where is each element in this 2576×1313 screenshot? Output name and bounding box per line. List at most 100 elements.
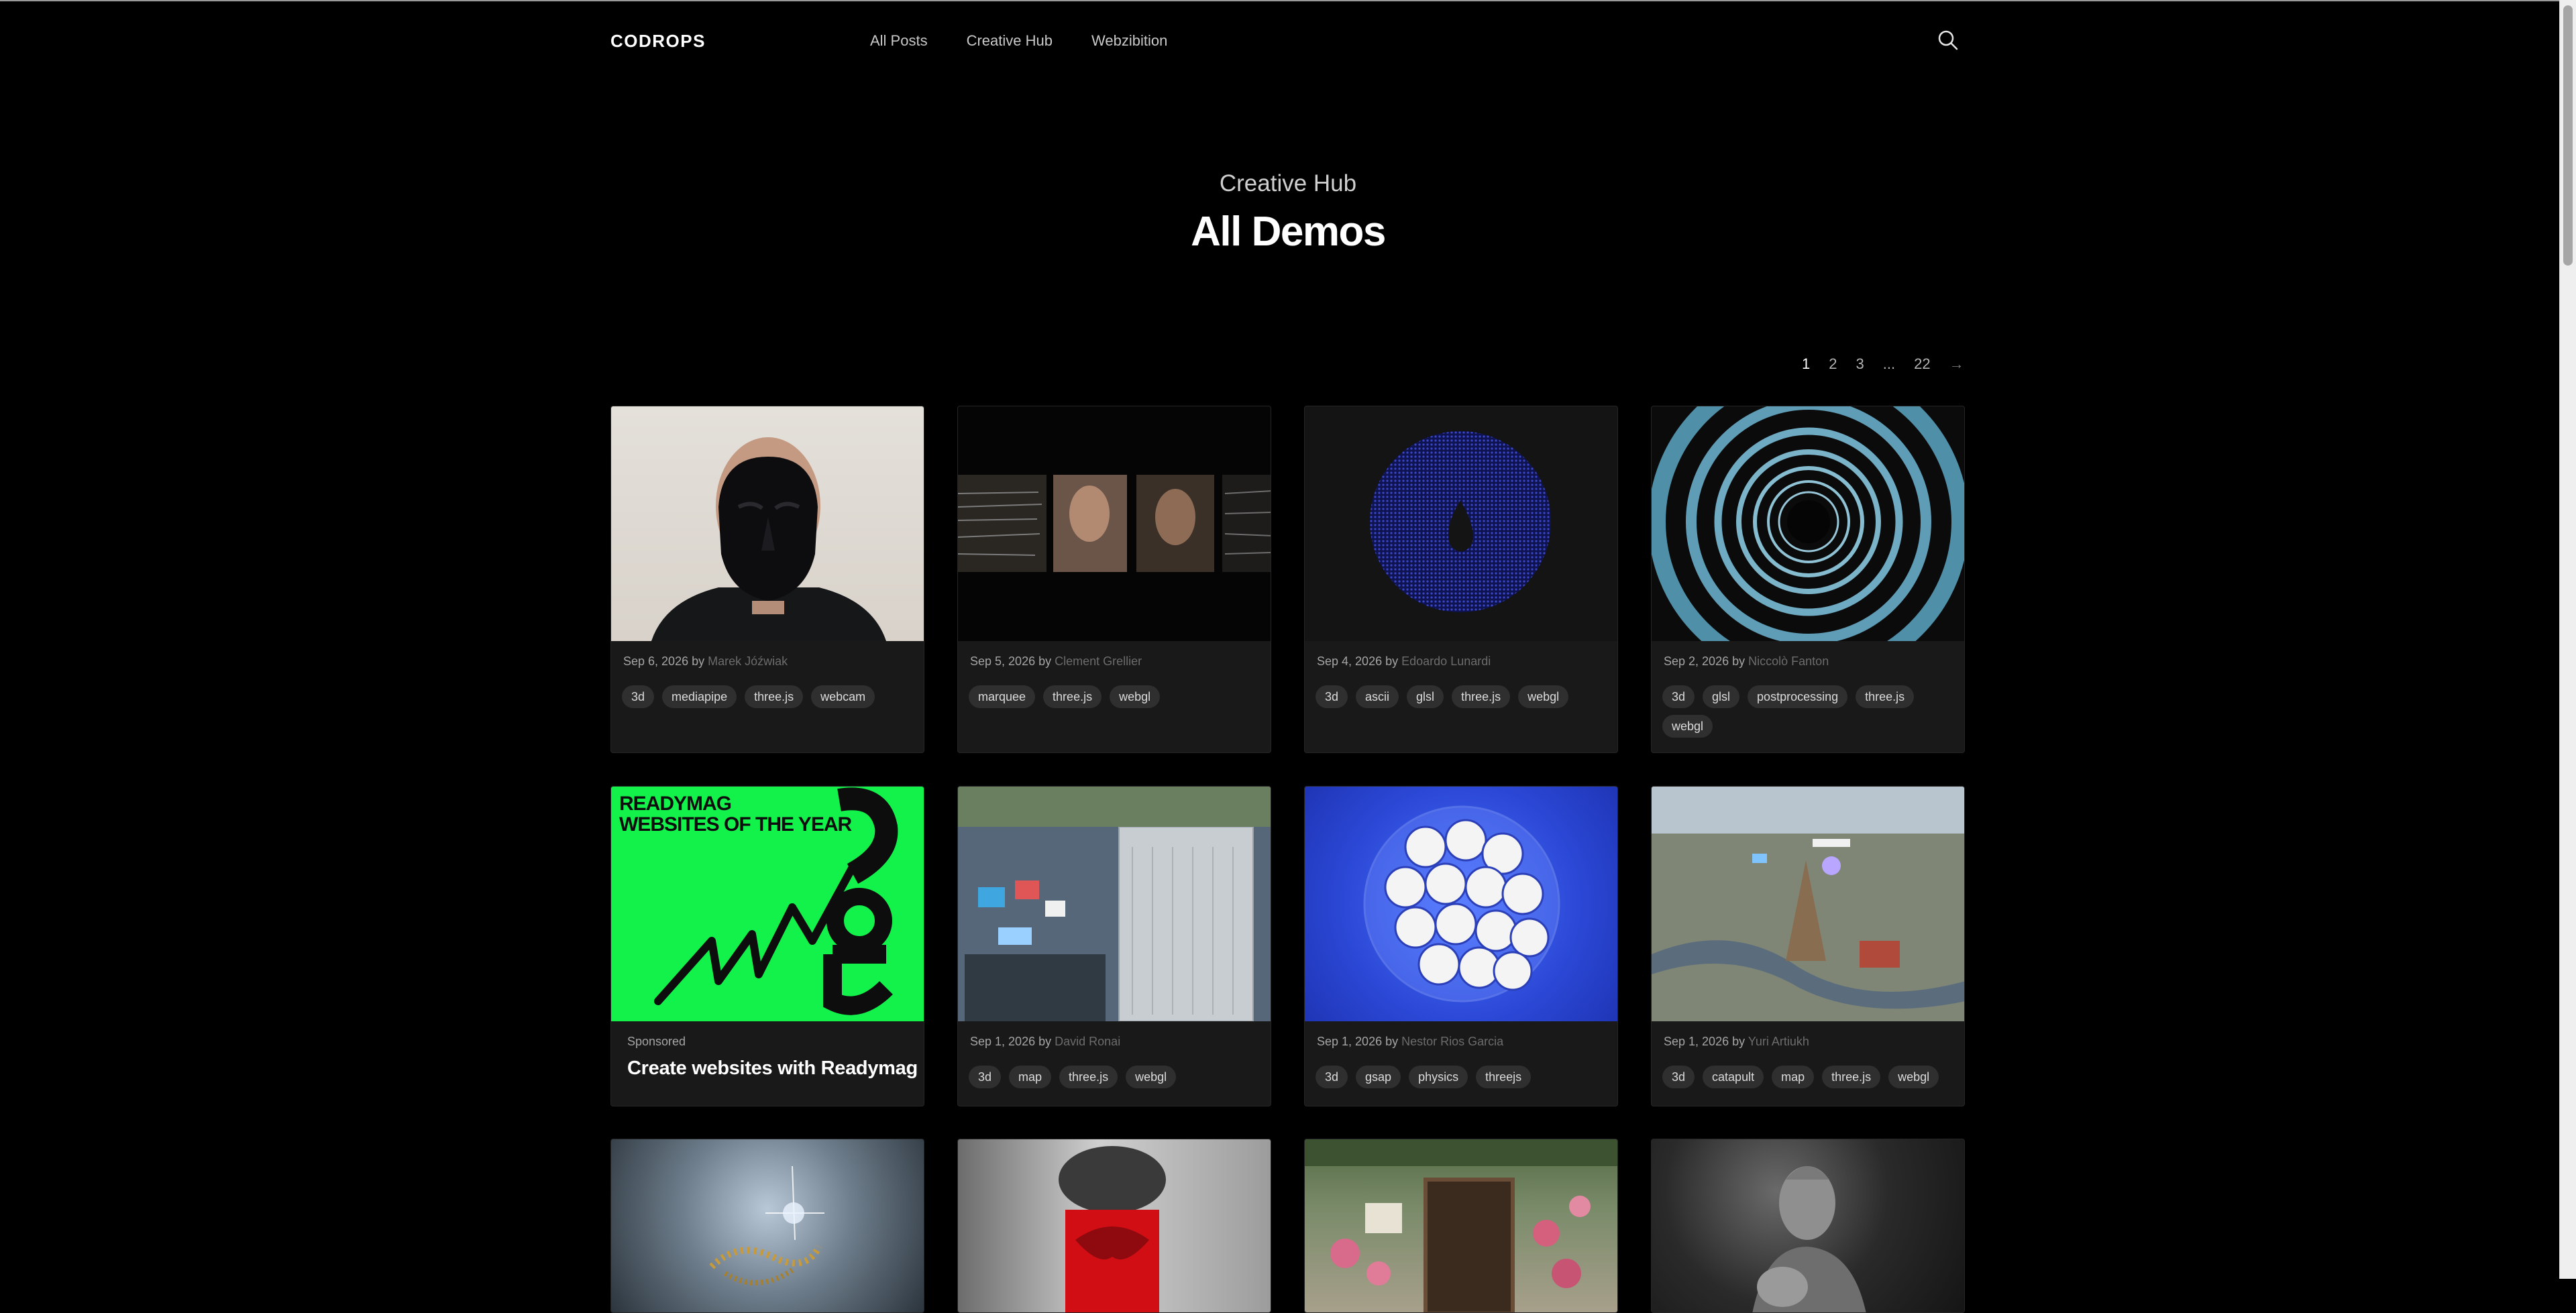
card-by: by	[1385, 1035, 1399, 1048]
card-author[interactable]: Clement Grellier	[1055, 654, 1142, 668]
card-meta: Sep 6, 2026 by Marek Jóźwiak	[623, 654, 788, 669]
search-icon	[1938, 30, 1958, 50]
demo-thumbnail[interactable]	[1305, 787, 1617, 1021]
garden-wall-image	[1305, 1139, 1617, 1312]
demo-thumbnail[interactable]	[1652, 1139, 1964, 1312]
page-scrollbar[interactable]	[2559, 0, 2576, 1279]
readymag-2026-artwork	[654, 787, 898, 1015]
tag[interactable]: map	[1009, 1066, 1052, 1088]
card-date: Sep 6, 2026	[623, 654, 689, 668]
card-date: Sep 2, 2026	[1664, 654, 1729, 668]
card-author[interactable]: Edoardo Lunardi	[1401, 654, 1491, 668]
sponsored-thumbnail[interactable]: READYMAG WEBSITES OF THE YEAR	[611, 787, 924, 1021]
demo-card[interactable]	[1651, 1139, 1965, 1313]
tag[interactable]: three.js	[745, 685, 804, 708]
tag[interactable]: three.js	[1856, 685, 1915, 708]
tag[interactable]: gsap	[1356, 1066, 1401, 1088]
tag[interactable]: mediapipe	[662, 685, 737, 708]
tag[interactable]: webcam	[811, 685, 875, 708]
scrollbar-thumb[interactable]	[2563, 5, 2573, 266]
page-22[interactable]: 22	[1914, 355, 1930, 373]
card-meta: Sep 5, 2026 by Clement Grellier	[970, 654, 1142, 669]
card-tags: 3d catapult map three.js webgl	[1662, 1066, 1953, 1088]
page-title: All Demos	[1191, 209, 1386, 255]
tag[interactable]: three.js	[1043, 685, 1102, 708]
demo-thumbnail[interactable]	[1652, 406, 1964, 641]
card-author[interactable]: Niccolò Fanton	[1748, 654, 1829, 668]
nav-all-posts[interactable]: All Posts	[870, 32, 928, 50]
demo-card[interactable]: Sep 6, 2026 by Marek Jóźwiak 3d mediapip…	[610, 406, 924, 753]
demo-card[interactable]: Sep 1, 2026 by David Ronai 3d map three.…	[957, 786, 1271, 1106]
card-author[interactable]: Nestor Rios Garcia	[1401, 1035, 1503, 1048]
next-page-arrow-icon[interactable]: →	[1949, 355, 1964, 373]
demo-thumbnail[interactable]	[1652, 787, 1964, 1021]
tag[interactable]: physics	[1409, 1066, 1468, 1088]
tag[interactable]: webgl	[1518, 685, 1569, 708]
tag[interactable]: 3d	[1662, 1066, 1695, 1088]
tag[interactable]: three.js	[1452, 685, 1511, 708]
codrops-logo[interactable]: CODROPS	[610, 31, 706, 52]
card-by: by	[1385, 654, 1399, 668]
card-author[interactable]: David Ronai	[1055, 1035, 1120, 1048]
demo-thumbnail[interactable]	[958, 787, 1271, 1021]
card-by: by	[1038, 1035, 1052, 1048]
tag[interactable]: 3d	[969, 1066, 1002, 1088]
tag[interactable]: catapult	[1703, 1066, 1764, 1088]
search-button[interactable]	[1936, 28, 1960, 52]
card-tags: 3d ascii glsl three.js webgl	[1316, 685, 1607, 708]
demo-thumbnail[interactable]	[611, 406, 924, 641]
page-2[interactable]: 2	[1829, 355, 1837, 373]
tag[interactable]: three.js	[1822, 1066, 1881, 1088]
tag[interactable]: threejs	[1476, 1066, 1532, 1088]
sponsored-label: Sponsored	[627, 1035, 686, 1048]
card-tags: 3d gsap physics threejs	[1316, 1066, 1607, 1088]
tag[interactable]: glsl	[1407, 685, 1444, 708]
tag[interactable]: 3d	[1316, 685, 1348, 708]
card-meta: Sep 1, 2026 by David Ronai	[970, 1035, 1120, 1049]
city-aerial-image	[958, 787, 1271, 1021]
sponsored-title[interactable]: Create websites with Readymag	[627, 1058, 918, 1080]
demo-card[interactable]: Sep 1, 2026 by Nestor Rios Garcia 3d gsa…	[1304, 786, 1618, 1106]
page-1[interactable]: 1	[1802, 355, 1810, 373]
card-tags: marquee three.js webgl	[969, 685, 1260, 708]
page-3[interactable]: 3	[1856, 355, 1864, 373]
demo-card[interactable]	[957, 1139, 1271, 1313]
nav-webzibition[interactable]: Webzibition	[1091, 32, 1167, 50]
tag[interactable]: marquee	[969, 685, 1036, 708]
tag[interactable]: ascii	[1356, 685, 1399, 708]
sponsored-card[interactable]: READYMAG WEBSITES OF THE YEAR Sponsored …	[610, 786, 924, 1106]
demo-thumbnail[interactable]	[958, 1139, 1271, 1312]
demo-card[interactable]	[610, 1139, 924, 1313]
demo-thumbnail[interactable]	[958, 406, 1271, 641]
marquee-portraits-image	[958, 475, 1271, 572]
tag[interactable]: 3d	[1662, 685, 1695, 708]
tag[interactable]: map	[1772, 1066, 1815, 1088]
card-author[interactable]: Yuri Artiukh	[1748, 1035, 1809, 1048]
tag[interactable]: webgl	[1662, 715, 1713, 738]
tag[interactable]: webgl	[1126, 1066, 1177, 1088]
card-date: Sep 1, 2026	[970, 1035, 1036, 1048]
card-tags: 3d mediapipe three.js webcam	[622, 685, 913, 708]
demo-card[interactable]: Sep 1, 2026 by Yuri Artiukh 3d catapult …	[1651, 786, 1965, 1106]
tag[interactable]: webgl	[1888, 1066, 1939, 1088]
card-meta: Sep 4, 2026 by Edoardo Lunardi	[1317, 654, 1491, 669]
card-date: Sep 1, 2026	[1317, 1035, 1383, 1048]
tag[interactable]: webgl	[1110, 685, 1161, 708]
card-by: by	[1732, 1035, 1746, 1048]
demo-thumbnail[interactable]	[611, 1139, 924, 1312]
demo-thumbnail[interactable]	[1305, 406, 1617, 641]
demo-card[interactable]: Sep 4, 2026 by Edoardo Lunardi 3d ascii …	[1304, 406, 1618, 753]
tag[interactable]: 3d	[1316, 1066, 1348, 1088]
demo-thumbnail[interactable]	[1305, 1139, 1617, 1312]
card-author[interactable]: Marek Jóźwiak	[708, 654, 788, 668]
demo-card[interactable]: Sep 2, 2026 by Niccolò Fanton 3d glsl po…	[1651, 406, 1965, 753]
demo-card[interactable]: Sep 5, 2026 by Clement Grellier marquee …	[957, 406, 1271, 753]
card-by: by	[1038, 654, 1052, 668]
tag[interactable]: three.js	[1059, 1066, 1118, 1088]
tag[interactable]: postprocessing	[1748, 685, 1848, 708]
tag[interactable]: glsl	[1703, 685, 1740, 708]
tag[interactable]: 3d	[622, 685, 655, 708]
demo-card[interactable]	[1304, 1139, 1618, 1313]
marble-statue-image	[1752, 1166, 1866, 1312]
nav-creative-hub[interactable]: Creative Hub	[967, 32, 1053, 50]
